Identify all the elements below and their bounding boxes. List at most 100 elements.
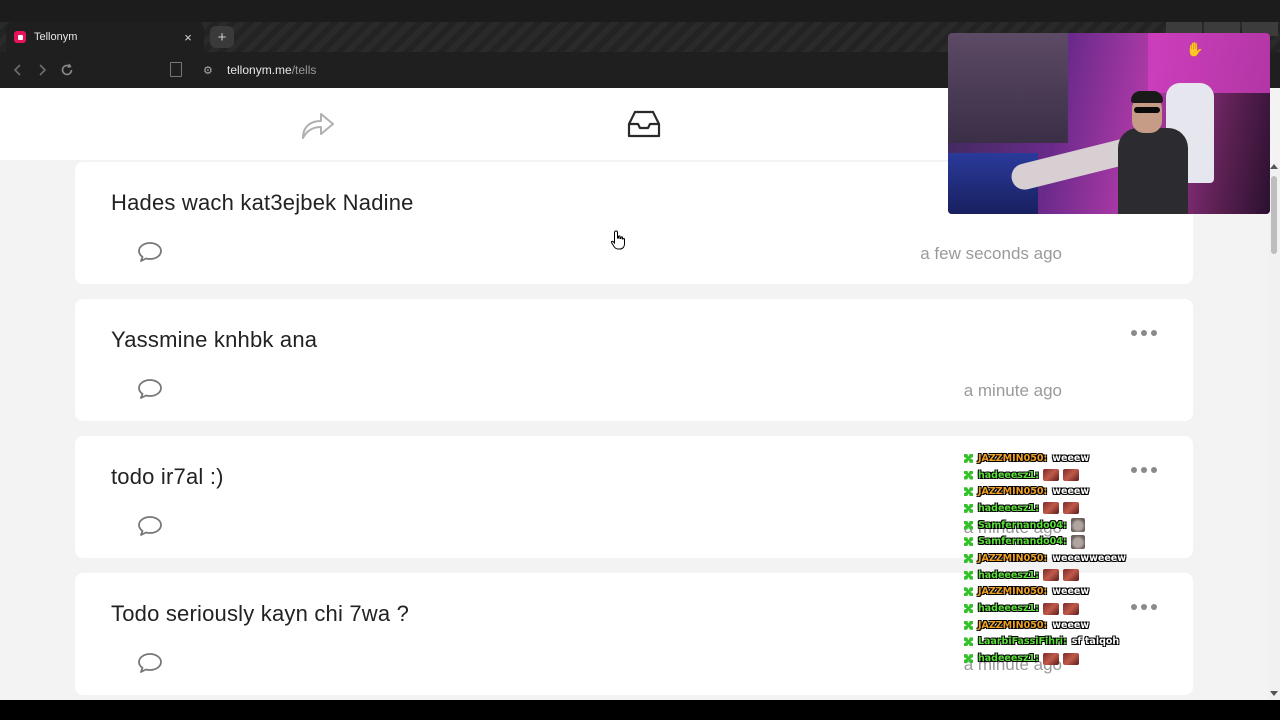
scroll-up-arrow-icon[interactable] xyxy=(1270,164,1278,169)
chat-username: JAZZMIN050: xyxy=(978,552,1048,564)
webcam-overlay: ✋ xyxy=(948,33,1270,214)
chat-badge-icon xyxy=(964,620,973,630)
emote-icon xyxy=(1062,602,1079,615)
tab-title: Tellonym xyxy=(34,31,78,43)
bookmark-icon[interactable] xyxy=(170,62,182,77)
chat-message: hadeeesz1: xyxy=(964,600,1164,617)
tell-time: a few seconds ago xyxy=(920,244,1062,263)
address-bar[interactable]: tellonym.me/tells xyxy=(227,63,316,77)
chat-message: JAZZMIN050: weeew xyxy=(964,617,1164,634)
arrow-right-icon xyxy=(39,64,47,76)
tab-close-icon[interactable]: × xyxy=(180,30,196,45)
emote-icon xyxy=(1062,569,1079,582)
chat-text: sf talqoh xyxy=(1071,636,1120,648)
hand-cursor-icon xyxy=(610,230,625,250)
chat-text: weeew xyxy=(1052,486,1090,498)
cat-emote-icon xyxy=(1070,534,1085,549)
emote-icon xyxy=(1042,502,1059,515)
emote-icon xyxy=(1042,602,1059,615)
emote-icon xyxy=(1042,469,1059,482)
cat-emote-icon xyxy=(1070,518,1085,533)
reload-icon xyxy=(61,63,73,76)
chat-badge-icon xyxy=(964,637,973,647)
chat-username: JAZZMIN050: xyxy=(978,452,1048,464)
chat-message: hadeeesz1: xyxy=(964,500,1164,517)
chat-message: JAZZMIN050: weeewweeew xyxy=(964,550,1164,567)
chat-text: weeew xyxy=(1052,452,1090,464)
emote-icon xyxy=(1042,652,1059,665)
chat-message: JAZZMIN050: weeew xyxy=(964,483,1164,500)
chat-username: Samfernando04: xyxy=(978,536,1067,548)
page-scrollbar[interactable] xyxy=(1268,160,1280,700)
chat-username: JAZZMIN050: xyxy=(978,586,1048,598)
emote-icon xyxy=(1062,469,1079,482)
tell-text: Todo seriously kayn chi 7wa ? xyxy=(111,601,410,626)
chat-badge-icon xyxy=(964,453,973,463)
chat-badge-icon xyxy=(964,520,973,530)
chat-badge-icon xyxy=(964,553,973,563)
site-info-icon[interactable]: ⚙ xyxy=(203,64,213,77)
chat-message: hadeeesz1: xyxy=(964,467,1164,484)
chat-badge-icon xyxy=(964,604,973,614)
chat-username: hadeeesz1: xyxy=(978,469,1039,481)
emote-icon xyxy=(1062,502,1079,515)
chat-badge-icon xyxy=(964,654,973,664)
stream-chat-overlay: JAZZMIN050: weeew hadeeesz1: JAZZMIN050: wee… xyxy=(964,450,1164,670)
chat-username: JAZZMIN050: xyxy=(978,619,1048,631)
webcam-neon-light xyxy=(1148,33,1270,93)
tell-text: Yassmine knhbk ana xyxy=(111,327,318,352)
chat-username: hadeeesz1: xyxy=(978,603,1039,615)
chat-text: weeew xyxy=(1052,586,1090,598)
chat-username: hadeeesz1: xyxy=(978,569,1039,581)
chat-badge-icon xyxy=(964,487,973,497)
chat-message: LaarbiFassiFihri: sf talqoh xyxy=(964,634,1164,651)
chat-message: JAZZMIN050: weeew xyxy=(964,450,1164,467)
forward-button[interactable] xyxy=(32,60,52,80)
scroll-down-arrow-icon[interactable] xyxy=(1270,691,1278,696)
comment-bubble-icon[interactable] xyxy=(137,651,163,675)
webcam-streamer-glasses xyxy=(1134,107,1160,113)
reload-button[interactable] xyxy=(57,60,77,80)
chat-username: JAZZMIN050: xyxy=(978,486,1048,498)
arrow-left-icon xyxy=(13,64,21,76)
chat-message: Samfernando04: xyxy=(964,533,1164,550)
chat-text: weeew xyxy=(1052,619,1090,631)
emote-icon xyxy=(1062,652,1079,665)
chat-message: JAZZMIN050: weeew xyxy=(964,584,1164,601)
scroll-thumb[interactable] xyxy=(1271,176,1277,254)
tell-time: a minute ago xyxy=(963,381,1062,400)
share-arrow-icon[interactable] xyxy=(299,108,337,142)
chat-badge-icon xyxy=(964,537,973,547)
tellonym-favicon-icon xyxy=(14,31,26,43)
browser-tab[interactable]: Tellonym × xyxy=(6,22,204,52)
chat-badge-icon xyxy=(964,587,973,597)
letterbox-bottom-bar xyxy=(0,700,1280,720)
chat-badge-icon xyxy=(964,570,973,580)
more-dots-icon[interactable] xyxy=(1131,329,1157,337)
chat-message: hadeeesz1: xyxy=(964,567,1164,584)
chat-message: Samfernando04: xyxy=(964,517,1164,534)
tell-card[interactable]: Yassmine knhbk ana a minute ago xyxy=(75,299,1193,421)
comment-bubble-icon[interactable] xyxy=(137,377,163,401)
hand-cursor-icon: ✋ xyxy=(1186,41,1204,57)
tell-text: todo ir7al :) xyxy=(111,464,224,489)
chat-badge-icon xyxy=(964,470,973,480)
back-button[interactable] xyxy=(8,60,28,80)
url-host: tellonym.me xyxy=(227,63,292,77)
inbox-icon[interactable] xyxy=(626,108,662,140)
webcam-streamer-body xyxy=(1118,128,1188,214)
url-path: /tells xyxy=(291,63,317,77)
emote-icon xyxy=(1042,569,1059,582)
new-tab-button[interactable]: + xyxy=(210,26,234,48)
webcam-streamer-hair xyxy=(1131,91,1163,103)
chat-message: hadeeesz1: xyxy=(964,650,1164,667)
chat-username: Samfernando04: xyxy=(978,519,1067,531)
comment-bubble-icon[interactable] xyxy=(137,514,163,538)
tell-text: Hades wach kat3ejbek Nadine xyxy=(111,190,414,215)
chat-username: hadeeesz1: xyxy=(978,502,1039,514)
webcam-shelf xyxy=(948,33,1068,143)
chat-text: weeewweeew xyxy=(1052,552,1126,564)
chat-username: LaarbiFassiFihri: xyxy=(978,636,1067,648)
chat-badge-icon xyxy=(964,503,973,513)
comment-bubble-icon[interactable] xyxy=(137,240,163,264)
